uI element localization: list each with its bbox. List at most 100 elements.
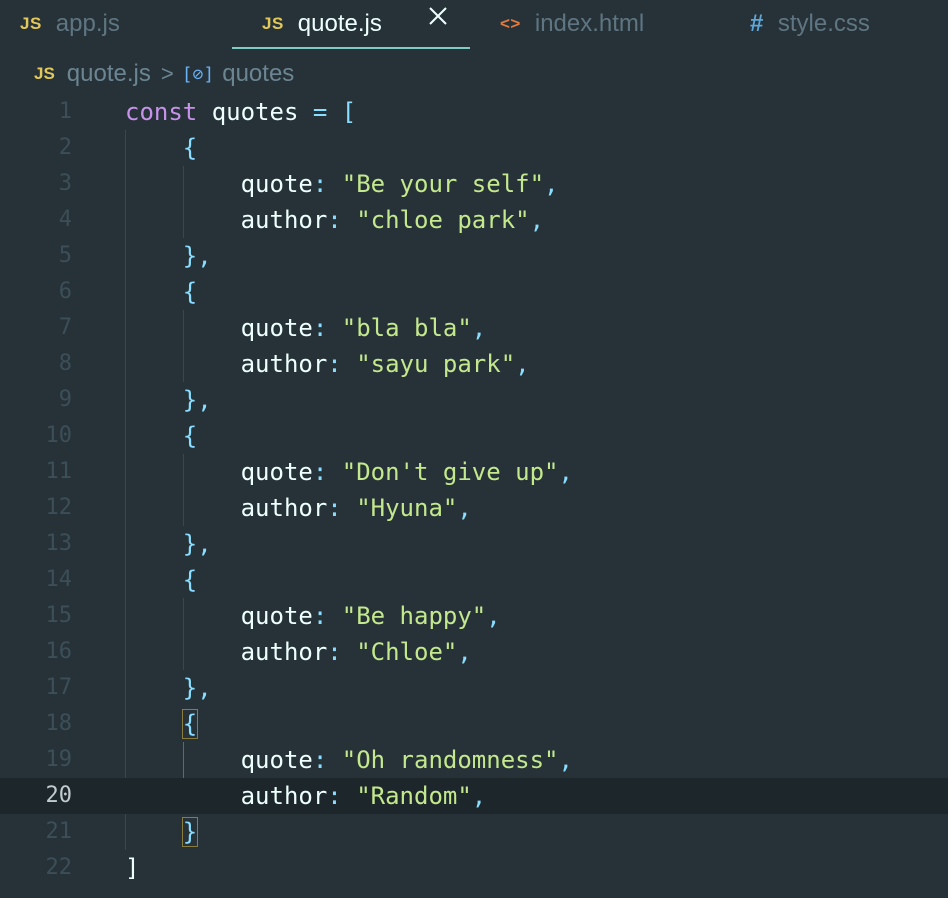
punctuation-token: ,: [558, 458, 573, 486]
punctuation-token: :: [327, 782, 357, 810]
breadcrumb: JS quote.js > [⊘] quotes: [34, 58, 294, 90]
code-line[interactable]: 2 {: [0, 130, 948, 166]
string-token: "chloe park": [356, 206, 530, 234]
line-content: },: [125, 526, 212, 562]
close-icon[interactable]: [426, 4, 450, 28]
css-file-icon: #: [750, 10, 764, 37]
code-line[interactable]: 11 quote: "Don't give up",: [0, 454, 948, 490]
punctuation-token: ,: [457, 638, 472, 666]
property-token: author: [240, 638, 328, 666]
code-line[interactable]: 10 {: [0, 418, 948, 454]
code-line[interactable]: 6 {: [0, 274, 948, 310]
line-content: {: [125, 274, 197, 310]
javascript-file-icon: JS: [20, 14, 42, 33]
punctuation-token: :: [312, 458, 342, 486]
punctuation-token: ,: [197, 530, 212, 558]
breadcrumb-symbol[interactable]: quotes: [222, 60, 294, 88]
brace-token: {: [182, 566, 198, 594]
variable-symbol-icon: [⊘]: [181, 63, 215, 85]
code-line[interactable]: 8 author: "sayu park",: [0, 346, 948, 382]
line-content: author: "chloe park",: [125, 202, 544, 238]
brace-token: {: [182, 134, 198, 162]
line-content: {: [125, 418, 197, 454]
code-line[interactable]: 16 author: "Chloe",: [0, 634, 948, 670]
code-line[interactable]: 13 },: [0, 526, 948, 562]
punctuation-token: ,: [197, 674, 212, 702]
line-number: 8: [58, 351, 72, 376]
code-line[interactable]: 9 },: [0, 382, 948, 418]
string-token: "Random": [356, 782, 472, 810]
code-line[interactable]: 17 },: [0, 670, 948, 706]
code-line[interactable]: 21 }: [0, 814, 948, 850]
property-token: author: [240, 494, 328, 522]
property-token: quote: [240, 170, 313, 198]
property-token: quote: [240, 746, 313, 774]
code-line[interactable]: 15 quote: "Be happy",: [0, 598, 948, 634]
code-line[interactable]: 12 author: "Hyuna",: [0, 490, 948, 526]
line-number: 6: [58, 279, 72, 304]
line-number: 5: [58, 243, 72, 268]
line-content: }: [125, 814, 199, 850]
line-content: quote: "Be happy",: [125, 598, 501, 634]
line-number: 21: [45, 819, 73, 844]
string-token: "bla bla": [341, 314, 472, 342]
code-line[interactable]: 22]: [0, 850, 948, 886]
line-content: {: [125, 706, 199, 742]
line-number: 11: [45, 459, 73, 484]
code-line[interactable]: 4 author: "chloe park",: [0, 202, 948, 238]
code-line[interactable]: 5 },: [0, 238, 948, 274]
string-token: "Be happy": [341, 602, 487, 630]
brace-token: {: [181, 709, 199, 739]
tab-label: app.js: [55, 10, 120, 37]
tab-label: index.html: [534, 10, 645, 37]
line-content: quote: "bla bla",: [125, 310, 487, 346]
punctuation-token: ,: [197, 386, 212, 414]
punctuation-token: :: [312, 170, 342, 198]
tab-app-js[interactable]: JS app.js: [20, 0, 120, 48]
tab-label: quote.js: [297, 10, 382, 37]
punctuation-token: :: [312, 746, 342, 774]
code-line[interactable]: 20 author: "Random",: [0, 778, 948, 814]
brace-token: }: [181, 817, 199, 847]
code-line[interactable]: 7 quote: "bla bla",: [0, 310, 948, 346]
code-line[interactable]: 1 const quotes = [: [0, 94, 948, 130]
brace-token: }: [182, 386, 198, 414]
code-line[interactable]: 18 {: [0, 706, 948, 742]
javascript-file-icon: JS: [34, 64, 55, 83]
line-content: author: "Hyuna",: [125, 490, 472, 526]
line-content: author: "Random",: [125, 778, 487, 814]
tab-style-css[interactable]: # style.css: [750, 0, 870, 48]
code-line[interactable]: 3 quote: "Be your self",: [0, 166, 948, 202]
punctuation-token: ,: [471, 782, 487, 810]
active-tab-indicator: [232, 47, 470, 49]
string-token: "sayu park": [356, 350, 516, 378]
property-token: author: [240, 350, 328, 378]
operator-token: =: [312, 98, 328, 126]
punctuation-token: :: [327, 494, 357, 522]
punctuation-token: ,: [471, 314, 487, 342]
code-line[interactable]: 19 quote: "Oh randomness",: [0, 742, 948, 778]
punctuation-token: :: [327, 638, 357, 666]
punctuation-token: ,: [197, 242, 212, 270]
line-content: {: [125, 130, 197, 166]
punctuation-token: :: [312, 314, 342, 342]
line-number: 12: [45, 495, 73, 520]
punctuation-token: ,: [544, 170, 559, 198]
code-line[interactable]: 14 {: [0, 562, 948, 598]
line-number: 16: [45, 639, 73, 664]
line-number: 20: [45, 783, 73, 808]
tab-quote-js[interactable]: JS quote.js: [262, 0, 382, 48]
tab-index-html[interactable]: <> index.html: [500, 0, 644, 48]
breadcrumb-file[interactable]: quote.js: [67, 60, 151, 88]
code-area[interactable]: 1 const quotes = [2 {3 quote: "Be your se…: [0, 94, 948, 886]
